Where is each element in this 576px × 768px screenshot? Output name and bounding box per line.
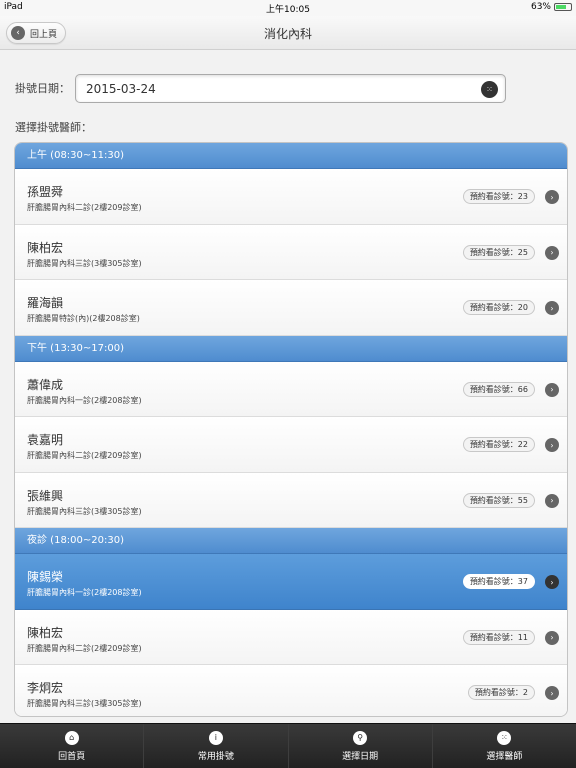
appointment-count-badge: 預約看診號：2	[467, 685, 535, 700]
tab-label: 選擇醫師	[486, 751, 523, 762]
appointment-count-badge: 預約看診號：66	[462, 381, 535, 397]
calendar-icon[interactable]: ⁙	[481, 81, 498, 98]
doctor-name: 袁嘉明	[27, 433, 64, 447]
clinic-room: 肝膽腸胃特診(內)(2樓208診室)	[27, 314, 140, 323]
chevron-right-icon: ›	[545, 686, 559, 700]
clinic-room: 肝膽腸胃內科二診(2樓209診室)	[27, 203, 142, 212]
status-bar: iPad 上午10:05 63%	[0, 0, 576, 16]
appointment-count-badge: 預約看診號：20	[462, 300, 535, 315]
doctor-name: 陳錫榮	[27, 570, 64, 584]
clinic-room: 肝膽腸胃內科三診(3樓305診室)	[27, 506, 142, 516]
battery-icon	[554, 3, 572, 11]
appointment-count-badge: 預約看診號：25	[462, 244, 535, 260]
doctor-name: 李炯宏	[27, 681, 64, 695]
section-divider: 夜診 (18:00~20:30)	[15, 528, 567, 554]
doctor-row[interactable]: 羅海韻肝膽腸胃特診(內)(2樓208診室) 預約看診號：20 ›	[15, 280, 567, 336]
appointment-count-badge: 預約看診號：22	[462, 437, 535, 452]
chevron-right-icon: ›	[545, 301, 559, 315]
date-field[interactable]: 2015-03-24 ⁙	[75, 74, 506, 103]
doctor-row[interactable]: 陳柏宏肝膽腸胃內科三診(3樓305診室) 預約看診號：25 ›	[15, 224, 567, 280]
navbar: ‹ 回上頁 消化內科	[0, 16, 576, 50]
chevron-right-icon: ›	[545, 438, 559, 452]
page-title: 消化內科	[263, 27, 312, 41]
doctor-name: 張維興	[27, 488, 64, 503]
tab-label: 回首頁	[58, 751, 86, 762]
doctor-row[interactable]: 陳柏宏肝膽腸胃內科二診(2樓209診室) 預約看診號：11 ›	[15, 609, 567, 665]
doctor-name: 蕭偉成	[27, 377, 64, 392]
doctor-name: 羅海韻	[27, 296, 64, 310]
section-divider: 下午 (13:30~17:00)	[15, 335, 567, 362]
clinic-room: 肝膽腸胃內科三診(3樓305診室)	[27, 699, 142, 708]
tab-item[interactable]: ⚲ 選擇日期	[288, 724, 433, 768]
chevron-right-icon: ›	[545, 245, 559, 260]
tab-item[interactable]: i 常用掛號	[144, 724, 289, 768]
doctor-name: 陳柏宏	[27, 240, 64, 255]
grid-icon: ⁙	[497, 730, 512, 745]
appointment-count-badge: 預約看診號：23	[462, 189, 535, 204]
tab-item[interactable]: ⁙ 選擇醫師	[432, 724, 576, 768]
tab-item[interactable]: ⌂ 回首頁	[0, 724, 145, 768]
tab-bar: ⌂ 回首頁 i 常用掛號 ⚲ 選擇日期 ⁙ 選擇醫師	[0, 723, 576, 768]
chevron-right-icon: ›	[545, 382, 559, 397]
battery-status: 63%	[531, 2, 572, 12]
tab-label: 選擇日期	[342, 751, 379, 762]
doctor-row[interactable]: 陳錫榮肝膽腸胃內科一診(2樓208診室) 預約看診號：37 ›	[15, 554, 567, 610]
chevron-right-icon: ›	[545, 630, 559, 645]
clinic-room: 肝膽腸胃內科二診(2樓209診室)	[27, 643, 142, 653]
chevron-right-icon: ›	[545, 493, 559, 508]
clinic-room: 肝膽腸胃內科三診(3樓305診室)	[27, 258, 142, 268]
clinic-room: 肝膽腸胃內科一診(2樓208診室)	[27, 395, 142, 405]
doctor-row[interactable]: 孫盟舜肝膽腸胃內科二診(2樓209診室) 預約看診號：23 ›	[15, 169, 567, 225]
appointment-count-badge: 預約看診號：55	[462, 492, 535, 508]
doctor-row[interactable]: 蕭偉成肝膽腸胃內科一診(2樓208診室) 預約看診號：66 ›	[15, 361, 567, 417]
doctor-list: 上午 (08:30~11:30) 孫盟舜肝膽腸胃內科二診(2樓209診室) 預約看診…	[14, 142, 568, 717]
clinic-room: 肝膽腸胃內科一診(2樓208診室)	[27, 588, 142, 597]
doctor-label: 選擇掛號醫師：	[15, 121, 92, 134]
chevron-right-icon: ›	[545, 575, 559, 589]
info-icon: i	[208, 730, 223, 745]
date-label: 掛號日期：	[15, 82, 70, 95]
home-icon: ⌂	[64, 730, 79, 745]
doctor-name: 陳柏宏	[27, 625, 64, 640]
doctor-row[interactable]: 袁嘉明肝膽腸胃內科二診(2樓209診室) 預約看診號：22 ›	[15, 417, 567, 473]
section-divider: 上午 (08:30~11:30)	[15, 143, 567, 169]
doctor-name: 孫盟舜	[27, 185, 64, 199]
appointment-count-badge: 預約看診號：37	[462, 574, 535, 589]
doctor-row[interactable]: 張維興肝膽腸胃內科三診(3樓305診室) 預約看診號：55 ›	[15, 472, 567, 528]
battery-percent: 63%	[530, 2, 551, 12]
tab-label: 常用掛號	[197, 751, 234, 762]
clock: 上午10:05	[266, 5, 310, 15]
clinic-room: 肝膽腸胃內科二診(2樓209診室)	[27, 451, 142, 460]
search-icon: ⚲	[353, 730, 368, 745]
chevron-right-icon: ›	[545, 190, 559, 204]
appointment-count-badge: 預約看診號：11	[462, 629, 535, 645]
date-value: 2015-03-24	[86, 82, 156, 96]
doctor-row[interactable]: 李炯宏肝膽腸胃內科三診(3樓305診室) 預約看診號：2 ›	[15, 665, 567, 716]
